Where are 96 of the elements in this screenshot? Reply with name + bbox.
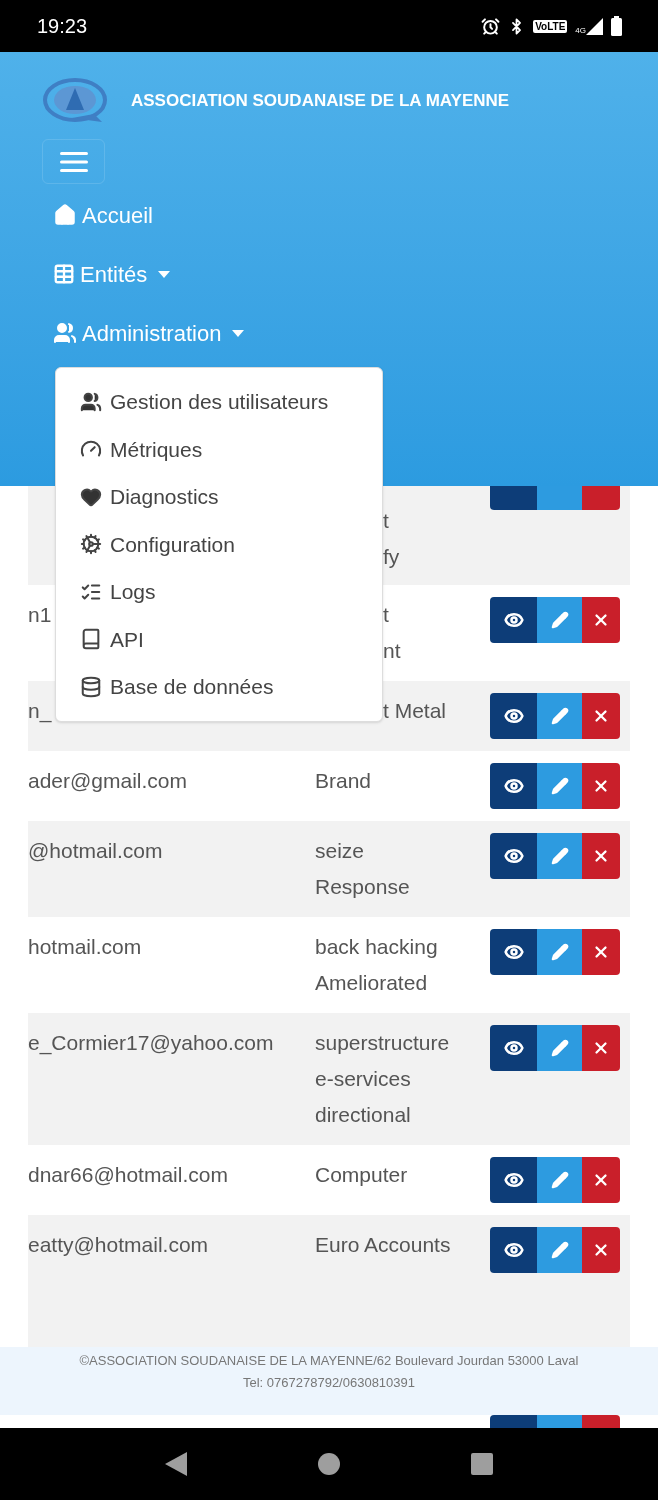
table-icon — [53, 263, 75, 285]
email-cell: n1 — [28, 603, 52, 626]
pencil-icon — [550, 847, 569, 865]
view-button[interactable] — [490, 1157, 537, 1203]
signal-icon — [586, 17, 603, 35]
email-cell: e_Cormier17@yahoo.com — [28, 1031, 274, 1054]
pencil-icon — [550, 707, 569, 725]
category-text: Ameliorated — [315, 970, 429, 996]
view-button[interactable] — [490, 929, 537, 975]
close-icon — [592, 847, 610, 865]
volte-badge: VoLTE — [533, 19, 568, 33]
alarm-icon — [481, 16, 501, 36]
view-button[interactable] — [490, 1025, 537, 1071]
eye-icon — [503, 1038, 524, 1058]
delete-button[interactable] — [582, 1227, 620, 1273]
category-text: t Metal — [383, 698, 448, 724]
users-icon — [80, 390, 102, 413]
delete-button[interactable] — [582, 693, 620, 739]
logo-icon — [42, 78, 108, 124]
eye-icon — [503, 1240, 524, 1260]
email-cell: hotmail.com — [28, 935, 142, 958]
eye-icon — [503, 942, 524, 962]
delete-button[interactable] — [582, 929, 620, 975]
email-cell: dnar66@hotmail.com — [28, 1163, 228, 1186]
site-title: ASSOCIATION SOUDANAISE DE LA MAYENNE — [131, 90, 510, 113]
view-button[interactable] — [490, 1227, 537, 1273]
book-icon — [80, 628, 102, 651]
category-text: t — [383, 508, 390, 534]
action-buttons[interactable] — [490, 1415, 620, 1428]
email-cell: eatty@hotmail.com — [28, 1233, 209, 1256]
email-cell: n_ — [28, 699, 52, 722]
menu-item[interactable]: Logs — [56, 568, 382, 616]
menu-button[interactable] — [42, 139, 105, 184]
email-cell: @hotmail.com — [28, 839, 163, 862]
pencil-icon — [550, 1039, 569, 1057]
category-text: e-services — [315, 1066, 412, 1092]
category-text: directional — [315, 1102, 412, 1128]
action-buttons[interactable] — [490, 486, 620, 510]
pencil-icon — [550, 611, 569, 629]
eye-icon — [503, 610, 524, 630]
users-icon — [53, 321, 77, 345]
delete-button[interactable] — [582, 763, 620, 809]
category-text: fy — [383, 544, 401, 570]
status-time: 19:23 — [37, 14, 88, 39]
database-icon — [80, 675, 102, 698]
pencil-icon — [550, 777, 569, 795]
close-icon — [592, 1171, 610, 1189]
category-text: t — [383, 602, 390, 628]
delete-button[interactable] — [582, 833, 620, 879]
pencil-icon — [550, 943, 569, 961]
pencil-icon — [550, 1171, 569, 1189]
caret-icon — [158, 270, 171, 278]
eye-icon — [503, 846, 524, 866]
pencil-icon — [550, 1241, 569, 1259]
category-text: Brand — [315, 768, 373, 794]
close-icon — [592, 777, 610, 795]
back-icon — [165, 1452, 188, 1476]
caret-icon — [232, 329, 245, 337]
battery-icon — [611, 16, 622, 36]
category-text: Response — [315, 874, 411, 900]
category-text: back hacking — [315, 934, 439, 960]
close-icon — [592, 1241, 610, 1259]
menu-item[interactable]: Métriques — [56, 425, 382, 473]
delete-button[interactable] — [582, 1025, 620, 1071]
view-button[interactable] — [490, 597, 537, 643]
category-text: nt — [383, 638, 402, 664]
menu-item[interactable]: Base de données — [56, 663, 382, 711]
category-text: seize — [315, 838, 366, 864]
gears-icon — [80, 533, 102, 556]
footer-text: ©ASSOCIATION SOUDANAISE DE LA MAYENNE/62 Boulevard Jourdan 53000 Laval — [79, 1352, 579, 1370]
eye-icon — [503, 706, 524, 726]
eye-icon — [503, 1170, 524, 1190]
menu-item[interactable]: Configuration — [56, 520, 382, 568]
category-text: superstructure — [315, 1030, 451, 1056]
home-icon — [53, 203, 77, 227]
menu-item[interactable]: Gestion des utilisateurs — [56, 378, 382, 426]
category-text: Euro Accounts — [315, 1232, 452, 1258]
footer-text: Tel: 0767278792/0630810391 — [242, 1374, 416, 1392]
delete-button[interactable] — [582, 1157, 620, 1203]
menu-item[interactable]: API — [56, 615, 382, 663]
close-icon — [592, 707, 610, 725]
email-cell: ader@gmail.com — [28, 769, 188, 792]
delete-button[interactable] — [582, 597, 620, 643]
network-label: 4G — [575, 26, 586, 35]
close-icon — [592, 611, 610, 629]
view-button[interactable] — [490, 693, 537, 739]
recents-icon — [470, 1453, 493, 1475]
home-icon — [318, 1453, 340, 1475]
view-button[interactable] — [490, 833, 537, 879]
menu-icon — [59, 150, 88, 173]
eye-icon — [503, 776, 524, 796]
menu-item[interactable]: Diagnostics — [56, 473, 382, 521]
category-text: Computer — [315, 1162, 409, 1188]
close-icon — [592, 1039, 610, 1057]
view-button[interactable] — [490, 763, 537, 809]
close-icon — [592, 943, 610, 961]
